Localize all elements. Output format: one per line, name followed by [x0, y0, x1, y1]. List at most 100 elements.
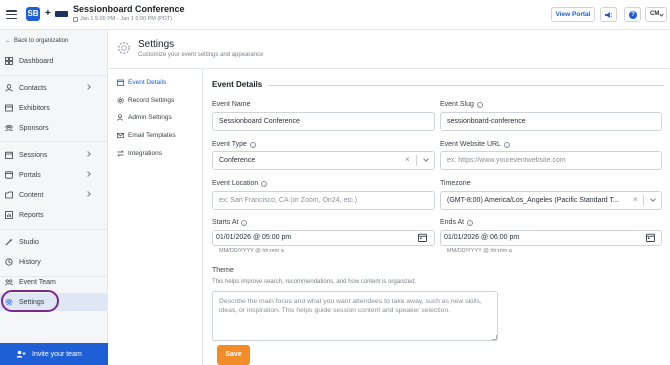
theme-help-text: This helps improve search, recommendatio…: [212, 279, 417, 285]
sidebar-item-studio[interactable]: Studio: [0, 233, 108, 251]
event-website-label-text: Event Website URL: [440, 141, 501, 148]
event-website-field[interactable]: ex: https://www.youreventwebsite.com: [440, 151, 662, 170]
subnav-record-settings[interactable]: Record Settings: [117, 97, 174, 104]
ends-at-label-text: Ends At: [440, 219, 465, 226]
subnav-email-templates[interactable]: Email Templates: [117, 132, 176, 139]
invite-team-button[interactable]: Invite your team: [0, 343, 108, 365]
settings-highlight-ring: [1, 290, 59, 312]
sidebar-item-label: Sponsors: [19, 124, 49, 132]
starts-at-label: Starts At i: [212, 219, 248, 226]
subnav-admin-settings[interactable]: Admin Settings: [117, 114, 172, 121]
info-icon[interactable]: i: [261, 180, 268, 187]
back-to-organization-link[interactable]: ← Back to organization: [5, 38, 68, 44]
chevron-right-icon: [85, 151, 91, 157]
mail-icon: [117, 132, 124, 139]
event-type-label-text: Event Type: [212, 141, 247, 148]
event-type-select[interactable]: Conference: [212, 151, 435, 170]
hamburger-menu-icon[interactable]: [6, 10, 17, 19]
ends-at-label: Ends At i: [440, 219, 474, 226]
event-website-label: Event Website URL i: [440, 141, 510, 148]
history-icon: [5, 258, 13, 266]
calendar-icon[interactable]: [646, 233, 655, 242]
chevron-right-icon: [85, 84, 91, 90]
help-icon: ?: [629, 11, 637, 19]
app-logo: SB: [26, 7, 40, 21]
add-user-icon: [16, 350, 26, 358]
event-slug-field[interactable]: sessionboard-conference: [440, 112, 662, 131]
arrow-left-icon: ←: [5, 38, 11, 44]
subnav-label: Record Settings: [128, 97, 175, 104]
sidebar-item-dashboard[interactable]: Dashboard: [0, 52, 108, 70]
sidebar-item-sponsors[interactable]: Sponsors: [0, 119, 108, 137]
sidebar-item-content[interactable]: Content: [0, 186, 108, 204]
sidebar-divider: [0, 141, 108, 142]
resize-handle-icon[interactable]: [492, 335, 497, 340]
sidebar-item-history[interactable]: History: [0, 253, 108, 271]
chevron-right-icon: [85, 171, 91, 177]
subnav-integrations[interactable]: Integrations: [117, 150, 162, 157]
timezone-select[interactable]: (GMT-8:00) America/Los_Angeles (Pacific …: [440, 191, 662, 210]
sidebar-item-label: Dashboard: [19, 57, 54, 65]
event-location-label-text: Event Location: [212, 180, 259, 187]
calendar-icon: [5, 151, 13, 159]
sidebar-item-event-team[interactable]: Event Team: [0, 273, 108, 291]
dashboard-icon: [5, 57, 13, 65]
info-icon[interactable]: i: [249, 141, 256, 148]
view-portal-button[interactable]: View Portal: [551, 7, 595, 22]
help-button[interactable]: ?: [624, 7, 641, 22]
subnav-label: Email Templates: [128, 132, 176, 139]
clear-icon[interactable]: ×: [405, 155, 410, 164]
sidebar-item-label: Portals: [19, 171, 41, 179]
sidebar-item-portals[interactable]: Portals: [0, 166, 108, 184]
announcements-button[interactable]: [600, 7, 617, 22]
top-bar: SB + Sessionboard Conference Jan 1 5:00 …: [0, 0, 670, 30]
storefront-icon: [5, 104, 13, 112]
section-title: Event Details: [212, 80, 263, 89]
event-location-field[interactable]: ex: San Francisco, CA (or Zoom, On24, et…: [212, 191, 435, 210]
sidebar-item-label: Sessions: [19, 151, 48, 159]
event-slug-label-text: Event Slug: [440, 101, 474, 108]
event-dates: Jan 1 5:00 PM - Jan 1 6:00 PM (PDT): [73, 16, 172, 22]
sidebar-item-reports[interactable]: Reports: [0, 206, 108, 224]
starts-at-field[interactable]: 01/01/2026 @ 05:00 pm: [212, 230, 435, 246]
theme-label: Theme: [212, 267, 234, 274]
info-icon[interactable]: i: [476, 101, 483, 108]
partner-logo: [55, 11, 68, 17]
megaphone-icon: [605, 12, 613, 18]
save-button[interactable]: Save: [217, 345, 250, 365]
info-icon[interactable]: i: [241, 219, 248, 226]
subnav-label: Integrations: [128, 150, 162, 157]
chart-icon: [5, 211, 13, 219]
sidebar-divider: [0, 75, 108, 76]
sidebar-item-label: Exhibitors: [19, 104, 50, 112]
user-menu-button[interactable]: CM: [645, 7, 667, 22]
page-title: Settings: [138, 39, 175, 50]
ends-at-field[interactable]: 01/01/2026 @ 06:00 pm: [440, 230, 662, 246]
calendar-icon[interactable]: [418, 233, 427, 242]
sidebar-item-exhibitors[interactable]: Exhibitors: [0, 99, 108, 117]
theme-textarea[interactable]: Describe the main focus and what you wan…: [212, 291, 498, 341]
portal-icon: [5, 171, 13, 179]
event-location-label: Event Location i: [212, 180, 268, 187]
event-name-label-text: Event Name: [212, 101, 251, 108]
clear-icon[interactable]: ×: [633, 195, 638, 204]
sidebar-item-label: History: [19, 258, 41, 266]
select-divider: [416, 155, 417, 166]
invite-team-label: Invite your team: [32, 350, 82, 358]
subnav-divider: [202, 69, 203, 365]
arrows-icon: [117, 150, 124, 157]
event-name-field[interactable]: Sessionboard Conference: [212, 112, 435, 131]
team-icon: [5, 278, 13, 286]
subnav-label: Admin Settings: [128, 114, 172, 121]
gear-icon: [117, 97, 124, 104]
info-icon[interactable]: i: [503, 141, 510, 148]
chevron-right-icon: [85, 191, 91, 197]
sidebar: ← Back to organization Dashboard Contact…: [0, 30, 108, 365]
back-link-label: Back to organization: [14, 38, 69, 44]
section-divider: [268, 85, 664, 86]
subnav-event-details[interactable]: Event Details: [117, 79, 166, 86]
sidebar-item-sessions[interactable]: Sessions: [0, 146, 108, 164]
info-icon[interactable]: i: [467, 219, 474, 226]
sidebar-item-contacts[interactable]: Contacts: [0, 79, 108, 97]
starts-at-hint: MM/DD/YYYY @ hh:mm a: [219, 248, 284, 254]
